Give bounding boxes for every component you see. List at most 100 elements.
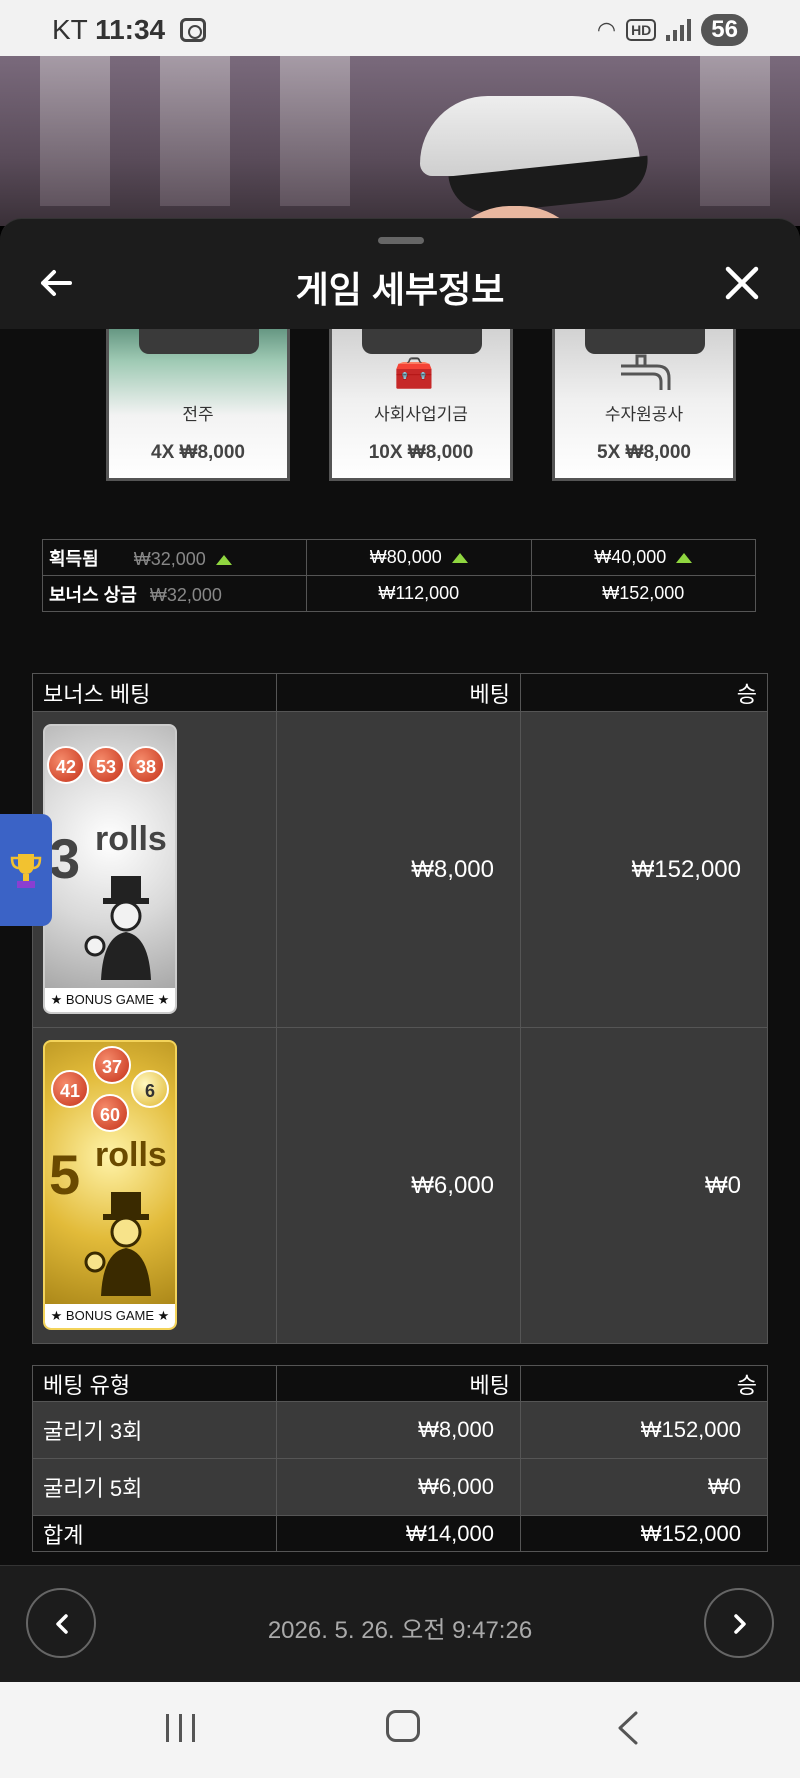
close-icon: [725, 266, 759, 300]
status-bar: KT 11:34 ◠ HD 56: [0, 0, 800, 56]
property-card: 🧰 사회사업기금 10X ₩8,000: [329, 329, 513, 481]
bonus-cell: 보너스 상금 ₩32,000: [42, 575, 307, 612]
game-background: [0, 56, 800, 226]
table-row: 37 41 6 60 5 rolls ★ BONUS GAME ★ ₩6,000…: [32, 1027, 768, 1344]
rolls-word: rolls: [95, 820, 167, 858]
lottery-ball: 42: [47, 746, 85, 784]
faucet-icon: [621, 354, 671, 390]
winnings-table: 획득됨 ₩32,000 ₩80,000 ₩40,000 보너스 상금 ₩32,0…: [42, 539, 756, 612]
property-card: 전주 4X ₩8,000: [106, 329, 290, 481]
card-name: 수자원공사: [604, 405, 684, 424]
bonus-game-label: ★ BONUS GAME ★: [45, 1304, 175, 1328]
win-cell: ₩152,000: [520, 711, 768, 1028]
mascot-icon: [84, 1192, 151, 1296]
bonus-bet-table: 보너스 베팅 베팅 승 42 53 38 3 rolls ★ BONUS GAM…: [32, 673, 768, 1344]
carrier: KT: [52, 14, 88, 45]
table-row: 굴리기 3회 ₩8,000 ₩152,000: [32, 1401, 768, 1459]
bonus-tile-cell: 42 53 38 3 rolls ★ BONUS GAME ★: [32, 711, 277, 1028]
win-cell: ₩0: [520, 1458, 768, 1516]
bet-type-cell: 굴리기 5회: [32, 1458, 277, 1516]
win-cell: ₩152,000: [520, 1401, 768, 1459]
table-row: 굴리기 5회 ₩6,000 ₩0: [32, 1458, 768, 1516]
bet-type-cell: 굴리기 3회: [32, 1401, 277, 1459]
page-title: 게임 세부정보: [295, 269, 505, 310]
card-icon-strip: [362, 329, 482, 354]
bonus-game-label: ★ BONUS GAME ★: [45, 988, 175, 1012]
next-round-button[interactable]: [704, 1588, 774, 1658]
card-multiplier: 5X ₩8,000: [597, 442, 691, 463]
status-right: ◠ HD 56: [597, 14, 748, 46]
trophy-icon: [10, 854, 42, 888]
table-row: 42 53 38 3 rolls ★ BONUS GAME ★ ₩8,000 ₩…: [32, 711, 768, 1028]
round-datetime: 2026. 5. 26. 오전 9:47:26: [267, 1617, 533, 1644]
acquired-label: 획득됨: [49, 548, 99, 569]
system-nav-bar: [0, 1682, 800, 1778]
card-icon-strip: [139, 329, 259, 354]
bonus-value: ₩32,000: [149, 584, 222, 605]
battery-indicator: 56: [701, 14, 748, 46]
total-win: ₩152,000: [520, 1515, 768, 1552]
details-content[interactable]: 전주 4X ₩8,000 🧰 사회사업기금 10X ₩8,000 수자원공사 5…: [0, 329, 800, 1565]
bet-cell: ₩6,000: [276, 1027, 521, 1344]
bg-window: [40, 56, 110, 206]
card-name: 전주: [182, 405, 214, 424]
bonus-tile-5-rolls: 37 41 6 60 5 rolls ★ BONUS GAME ★: [43, 1040, 177, 1330]
bg-window: [700, 56, 770, 206]
bg-window: [280, 56, 350, 206]
drag-handle[interactable]: [378, 237, 424, 244]
bg-window: [160, 56, 230, 206]
column-header: 베팅: [276, 673, 521, 712]
system-back-button[interactable]: [614, 1710, 640, 1746]
rolls-count: 3: [49, 827, 81, 890]
acquired-value: ₩80,000: [369, 547, 442, 567]
column-header: 베팅 유형: [32, 1365, 277, 1402]
bet-summary-table: 베팅 유형 베팅 승 굴리기 3회 ₩8,000 ₩152,000 굴리기 5회…: [32, 1365, 768, 1552]
total-bet: ₩14,000: [276, 1515, 521, 1552]
bonus-tile-cell: 37 41 6 60 5 rolls ★ BONUS GAME ★: [32, 1027, 277, 1344]
total-label: 합계: [32, 1515, 277, 1552]
lottery-ball: 37: [93, 1046, 131, 1084]
card-multiplier: 10X ₩8,000: [368, 442, 474, 463]
leaderboard-tab[interactable]: [0, 814, 52, 926]
table-header: 보너스 베팅 베팅 승: [32, 673, 768, 712]
close-button[interactable]: [722, 263, 762, 303]
up-arrow-icon: [451, 553, 468, 564]
lottery-ball: 41: [51, 1070, 89, 1108]
acquired-cell: ₩80,000: [306, 539, 532, 576]
column-header: 베팅: [276, 1365, 521, 1402]
wifi-icon: ◠: [596, 17, 617, 42]
lottery-ball: 53: [87, 746, 125, 784]
acquired-value: ₩32,000: [133, 548, 206, 569]
clock: 11:34: [95, 14, 166, 45]
acquired-value: ₩40,000: [594, 547, 667, 567]
lottery-ball: 6: [131, 1070, 169, 1108]
bonus-cell: ₩152,000: [530, 575, 756, 612]
column-header: 보너스 베팅: [32, 673, 277, 712]
bonus-tile-3-rolls: 42 53 38 3 rolls ★ BONUS GAME ★: [43, 724, 177, 1014]
signal-icon: [666, 19, 692, 41]
lottery-ball: 60: [91, 1094, 129, 1132]
total-row: 합계 ₩14,000 ₩152,000: [32, 1515, 768, 1552]
table-header: 베팅 유형 베팅 승: [32, 1365, 768, 1402]
bet-cell: ₩6,000: [276, 1458, 521, 1516]
lottery-ball: 38: [127, 746, 165, 784]
bet-cell: ₩8,000: [276, 711, 521, 1028]
bonus-cell: ₩112,000: [306, 575, 532, 612]
acquired-cell: ₩40,000: [530, 539, 756, 576]
rolls-count: 5: [49, 1143, 81, 1206]
card-name: 사회사업기금: [374, 405, 468, 424]
treasure-chest-icon: 🧰: [394, 355, 434, 391]
home-button[interactable]: [386, 1710, 420, 1742]
win-cell: ₩0: [520, 1027, 768, 1344]
property-card: 수자원공사 5X ₩8,000: [552, 329, 736, 481]
chevron-right-icon: [734, 1614, 746, 1634]
hd-icon: HD: [626, 19, 657, 41]
column-header: 승: [520, 673, 768, 712]
acquired-row: 획득됨 ₩32,000 ₩80,000 ₩40,000: [42, 539, 756, 576]
up-arrow-icon: [676, 553, 693, 564]
column-header: 승: [520, 1365, 768, 1402]
recents-button[interactable]: [166, 1714, 196, 1742]
bonus-row: 보너스 상금 ₩32,000 ₩112,000 ₩152,000: [42, 575, 756, 612]
status-left: KT 11:34: [52, 14, 165, 46]
mascot-icon: [84, 876, 151, 980]
